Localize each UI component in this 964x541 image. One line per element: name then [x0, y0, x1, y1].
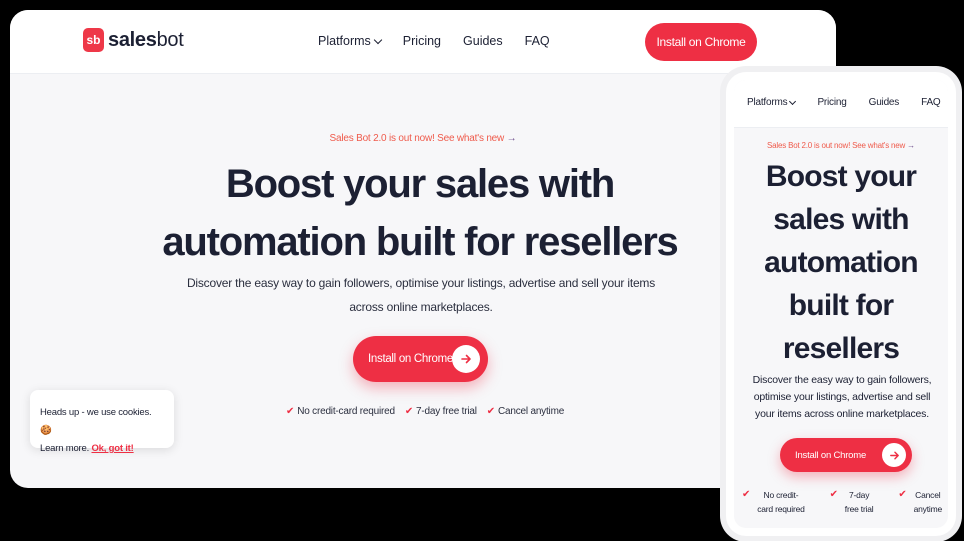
nav-item-pricing[interactable]: Pricing	[403, 34, 441, 48]
cookie-banner: Heads up - we use cookies. 🍪 Learn more.…	[30, 390, 174, 454]
logo[interactable]: sb salesbot	[83, 28, 184, 52]
arrow-right-icon	[882, 443, 906, 467]
desktop-preview: sb salesbot Platforms Pricing Guides FAQ…	[10, 10, 836, 488]
chevron-down-icon	[789, 97, 797, 105]
nav-item-faq[interactable]: FAQ	[921, 97, 941, 108]
hero-subtext: Discover the easy way to gain followers,…	[752, 374, 932, 420]
hero-subtext: Discover the easy way to gain followers,…	[186, 276, 656, 314]
arrow-right-icon: →	[506, 133, 517, 144]
feature-item: ✔ Cancel anytime	[898, 489, 942, 514]
nav-item-platforms[interactable]: Platforms	[318, 34, 383, 48]
desktop-nav-links: Platforms Pricing Guides FAQ	[318, 34, 550, 48]
nav-install-button[interactable]: Install on Chrome	[645, 23, 757, 61]
announcement-link[interactable]: Sales Bot 2.0 is out now! See what's new…	[734, 141, 948, 150]
logo-text: salesbot	[108, 28, 184, 51]
feature-list: ✔ No credit-card required ✔ 7-day free tria…	[742, 488, 942, 516]
check-icon: ✔	[404, 406, 414, 417]
nav-item-faq[interactable]: FAQ	[525, 34, 550, 48]
check-icon: ✔	[486, 406, 495, 417]
hero-headline: Boost your sales with automation built f…	[162, 162, 678, 264]
chevron-down-icon	[373, 35, 383, 44]
feature-item: ✔ No credit-card required	[286, 406, 395, 417]
hero-install-button[interactable]: Install on Chrome	[780, 438, 912, 472]
hero-headline: Boost your sales with automation built f…	[764, 160, 918, 365]
mobile-screen: Platforms Pricing Guides FAQ Sales Bot 2…	[734, 80, 948, 528]
check-icon: ✔	[898, 489, 907, 500]
nav-item-platforms[interactable]: Platforms	[747, 97, 797, 108]
logo-mark-icon: sb	[83, 28, 104, 52]
nav-item-guides[interactable]: Guides	[869, 97, 900, 108]
cookie-text: Heads up - we use cookies. 🍪	[40, 407, 152, 436]
mobile-navbar: Platforms Pricing Guides FAQ	[734, 80, 948, 128]
arrow-right-icon	[452, 345, 480, 373]
feature-item: ✔ 7-day free trial	[829, 489, 874, 514]
mobile-preview: Platforms Pricing Guides FAQ Sales Bot 2…	[726, 72, 956, 536]
check-icon: ✔	[742, 489, 751, 500]
nav-item-pricing[interactable]: Pricing	[817, 97, 846, 108]
arrow-right-icon: →	[907, 141, 915, 150]
feature-item: ✔ Cancel anytime	[486, 406, 565, 417]
desktop-navbar: sb salesbot Platforms Pricing Guides FAQ…	[10, 10, 836, 74]
check-icon: ✔	[829, 489, 838, 500]
feature-item: ✔ 7-day free trial	[404, 406, 477, 417]
mobile-nav-links: Platforms Pricing Guides FAQ	[747, 97, 941, 108]
cookie-learn-more: Learn more.	[40, 443, 90, 454]
feature-list: ✔ No credit-card required ✔ 7-day free tri…	[286, 406, 564, 417]
check-icon: ✔	[286, 406, 295, 417]
cookie-accept-link[interactable]: Ok, got it!	[91, 443, 133, 454]
nav-item-guides[interactable]: Guides	[463, 34, 503, 48]
announcement-link[interactable]: Sales Bot 2.0 is out now! See what's new…	[10, 133, 836, 144]
hero-install-button[interactable]: Install on Chrome	[353, 336, 488, 382]
feature-item: ✔ No credit-card required	[742, 489, 805, 514]
